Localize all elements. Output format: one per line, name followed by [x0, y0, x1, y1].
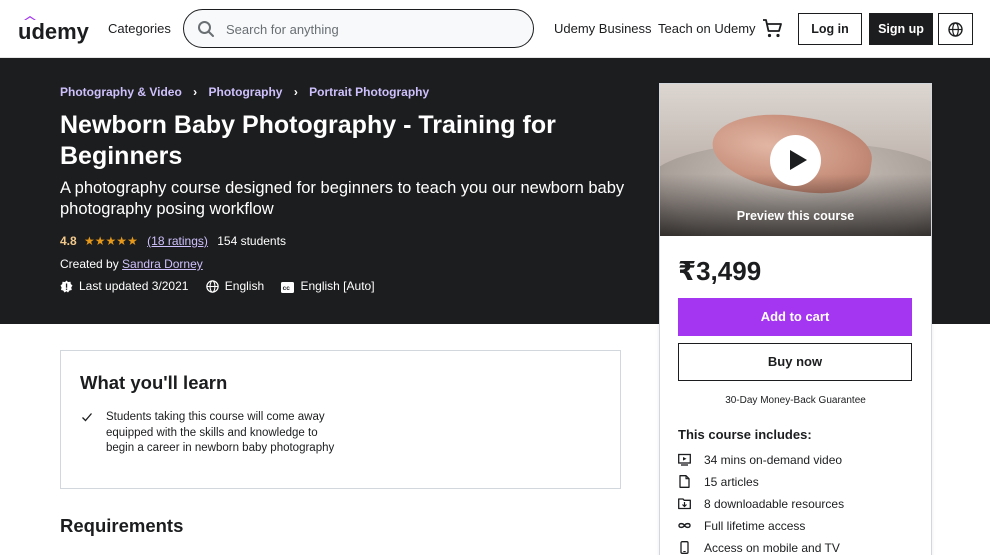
created-by: Created by Sandra Dorney [60, 257, 203, 271]
udemy-business-link[interactable]: Udemy Business [554, 21, 652, 36]
list-item: Access on mobile and TV [678, 540, 844, 555]
chevron-right-icon: › [193, 84, 198, 99]
list-item: Full lifetime access [678, 518, 844, 540]
include-label: Full lifetime access [704, 519, 806, 533]
what-youll-learn: What you'll learn Students taking this c… [60, 350, 621, 489]
breadcrumb-item-photography[interactable]: Photography [208, 85, 282, 99]
infinity-icon [678, 522, 691, 529]
includes-list: 34 mins on-demand video 15 articles 8 do… [678, 452, 844, 555]
breadcrumb-item-portrait-photography[interactable]: Portrait Photography [309, 85, 429, 99]
created-by-label: Created by [60, 257, 119, 271]
buy-now-button[interactable]: Buy now [678, 343, 912, 381]
login-button[interactable]: Log in [798, 13, 862, 45]
star-rating-icon: ★★★★★ [84, 233, 138, 248]
includes-title: This course includes: [678, 427, 812, 442]
language-text: English [224, 278, 265, 293]
top-header: udemy Categories Udemy Business Teach on… [0, 0, 990, 58]
check-icon [82, 413, 92, 422]
search-bar[interactable] [183, 9, 534, 48]
learn-item: Students taking this course will come aw… [106, 411, 335, 454]
language-button[interactable] [938, 13, 973, 45]
learn-title: What you'll learn [80, 372, 228, 393]
list-item: 34 mins on-demand video [678, 452, 844, 474]
signup-button[interactable]: Sign up [869, 13, 933, 45]
last-updated: Last updated 3/2021 [60, 279, 188, 293]
play-icon[interactable] [770, 135, 821, 186]
udemy-logo[interactable]: udemy [18, 14, 92, 44]
rating-value: 4.8 [60, 233, 77, 248]
logo-text: udemy [18, 19, 90, 44]
money-back-guarantee: 30-Day Money-Back Guarantee [725, 395, 866, 406]
breadcrumb: Photography & Video › Photography › Port… [60, 84, 429, 99]
include-label: 15 articles [704, 475, 759, 489]
students-count: 154 students [217, 233, 286, 248]
cart-icon[interactable] [762, 18, 783, 39]
closed-captions-icon: cc [281, 281, 295, 293]
add-to-cart-button[interactable]: Add to cart [678, 298, 912, 336]
alert-badge-icon [60, 280, 73, 293]
categories-link[interactable]: Categories [108, 21, 171, 36]
chevron-right-icon: › [293, 84, 298, 99]
last-updated-text: Last updated 3/2021 [79, 278, 189, 293]
course-subtitle: A photography course designed for beginn… [60, 179, 625, 218]
svg-text:cc: cc [283, 285, 291, 292]
video-icon [678, 453, 691, 466]
include-label: 34 mins on-demand video [704, 453, 843, 467]
course-language: English [206, 279, 264, 293]
ratings-count-link[interactable]: (18 ratings) [147, 234, 208, 248]
search-icon[interactable] [197, 20, 215, 38]
captions-text: English [Auto] [300, 278, 375, 293]
include-label: Access on mobile and TV [704, 541, 840, 555]
article-icon [679, 475, 690, 488]
course-meta: Last updated 3/2021 English cc English [… [60, 278, 389, 293]
course-captions: cc English [Auto] [281, 278, 375, 293]
course-preview[interactable]: Preview this course [660, 84, 931, 236]
preview-label[interactable]: Preview this course [660, 209, 931, 223]
purchase-card: Preview this course ₹3,499 Add to cart B… [659, 83, 932, 555]
globe-icon [948, 22, 963, 37]
list-item: 8 downloadable resources [678, 496, 844, 518]
globe-icon [206, 280, 219, 293]
include-label: 8 downloadable resources [704, 497, 845, 511]
mobile-icon [680, 541, 689, 554]
instructor-link[interactable]: Sandra Dorney [122, 257, 203, 271]
teach-on-udemy-link[interactable]: Teach on Udemy [658, 21, 756, 36]
download-icon [678, 498, 691, 510]
course-price: ₹3,499 [678, 256, 762, 286]
course-title: Newborn Baby Photography - Training for … [60, 111, 556, 170]
breadcrumb-item-photography-video[interactable]: Photography & Video [60, 85, 182, 99]
search-input[interactable] [226, 19, 516, 39]
rating-row: 4.8 ★★★★★ (18 ratings) 154 students [60, 233, 286, 248]
requirements-title: Requirements [60, 515, 184, 536]
list-item: 15 articles [678, 474, 844, 496]
